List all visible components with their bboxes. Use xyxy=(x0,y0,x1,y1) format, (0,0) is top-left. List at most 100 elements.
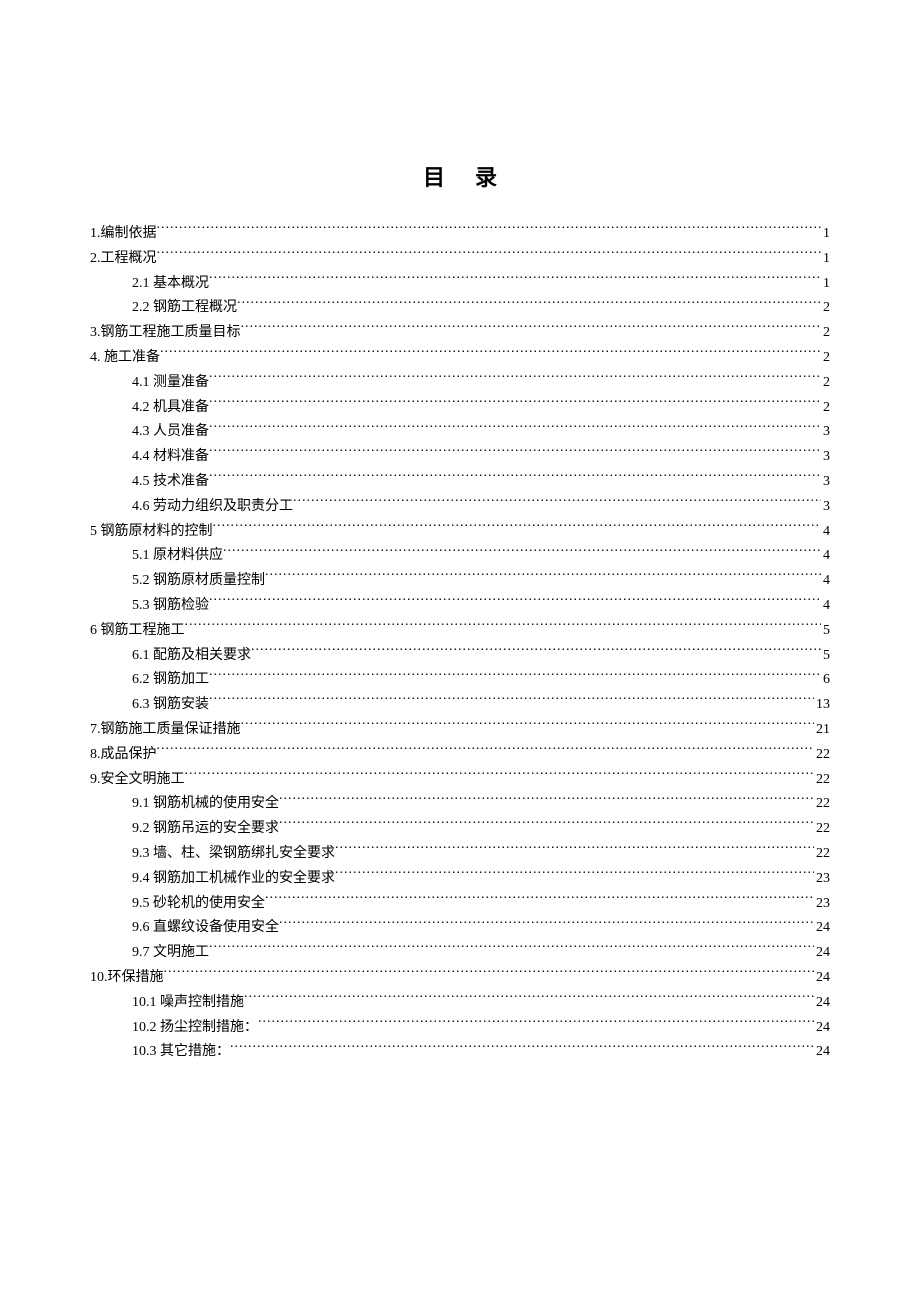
toc-entry-page: 24 xyxy=(814,966,830,990)
toc-entry: 4.4 材料准备3 xyxy=(90,445,830,469)
toc-entry-page: 4 xyxy=(821,544,830,568)
toc-entry-label: 9.2 钢筋吊运的安全要求 xyxy=(132,817,279,841)
toc-leader-dots xyxy=(258,1017,814,1031)
toc-leader-dots xyxy=(279,793,814,807)
toc-entry-label: 9.6 直螺纹设备使用安全 xyxy=(132,916,279,940)
toc-leader-dots xyxy=(230,1041,814,1055)
toc-entry-label: 6.1 配筋及相关要求 xyxy=(132,644,251,668)
toc-leader-dots xyxy=(157,223,822,237)
toc-leader-dots xyxy=(279,917,814,931)
toc-entry-label: 8.成品保护 xyxy=(90,743,157,767)
toc-leader-dots xyxy=(279,818,814,832)
toc-entry: 7.钢筋施工质量保证措施 21 xyxy=(90,718,830,742)
toc-entry-label: 4.4 材料准备 xyxy=(132,445,209,469)
toc-entry-label: 2.1 基本概况 xyxy=(132,272,209,296)
toc-entry-label: 3.钢筋工程施工质量目标 xyxy=(90,321,241,345)
toc-entry: 4.1 测量准备 2 xyxy=(90,371,830,395)
toc-entry-label: 9.5 砂轮机的使用安全 xyxy=(132,892,265,916)
toc-entry-page: 23 xyxy=(814,867,830,891)
toc-entry-page: 2 xyxy=(821,396,830,420)
toc-leader-dots xyxy=(209,446,821,460)
toc-leader-dots xyxy=(335,843,814,857)
toc-leader-dots xyxy=(335,868,814,882)
toc-entry: 9.7 文明施工24 xyxy=(90,941,830,965)
toc-entry-label: 1.编制依据 xyxy=(90,222,157,246)
toc-entry: 9.1 钢筋机械的使用安全22 xyxy=(90,792,830,816)
toc-entry-page: 24 xyxy=(814,1040,830,1064)
toc-entry: 5 钢筋原材料的控制 4 xyxy=(90,520,830,544)
toc-entry-label: 10.3 其它措施： xyxy=(132,1040,230,1064)
toc-entry: 4.6 劳动力组织及职责分工3 xyxy=(90,495,830,519)
toc-entry-label: 9.4 钢筋加工机械作业的安全要求 xyxy=(132,867,335,891)
toc-leader-dots xyxy=(241,719,815,733)
toc-entry-page: 24 xyxy=(814,916,830,940)
toc-leader-dots xyxy=(244,992,814,1006)
toc-entry-page: 24 xyxy=(814,991,830,1015)
toc-entry-page: 3 xyxy=(821,495,830,519)
toc-leader-dots xyxy=(157,744,815,758)
toc-entry-label: 4.3 人员准备 xyxy=(132,420,209,444)
toc-entry: 8.成品保护22 xyxy=(90,743,830,767)
toc-entry-label: 5 钢筋原材料的控制 xyxy=(90,520,213,544)
toc-entry: 10.3 其它措施： 24 xyxy=(90,1040,830,1064)
toc-entry: 9.2 钢筋吊运的安全要求 22 xyxy=(90,817,830,841)
toc-entry: 2.工程概况 1 xyxy=(90,247,830,271)
toc-entry: 9.6 直螺纹设备使用安全 24 xyxy=(90,916,830,940)
toc-entry: 6 钢筋工程施工5 xyxy=(90,619,830,643)
toc-entry-page: 24 xyxy=(814,1016,830,1040)
toc-entry-page: 2 xyxy=(821,371,830,395)
toc-entry: 9.4 钢筋加工机械作业的安全要求 23 xyxy=(90,867,830,891)
toc-entry-page: 22 xyxy=(814,817,830,841)
toc-entry: 9.5 砂轮机的使用安全 23 xyxy=(90,892,830,916)
toc-entry-label: 5.1 原材料供应 xyxy=(132,544,223,568)
toc-entry-page: 4 xyxy=(821,520,830,544)
toc-entry: 9.安全文明施工22 xyxy=(90,768,830,792)
toc-entry-label: 4.5 技术准备 xyxy=(132,470,209,494)
toc-leader-dots xyxy=(251,645,821,659)
toc-entry: 10.环保措施24 xyxy=(90,966,830,990)
toc-leader-dots xyxy=(265,570,821,584)
toc-entry-page: 1 xyxy=(821,247,830,271)
toc-entry-page: 24 xyxy=(814,941,830,965)
toc-entry-label: 9.安全文明施工 xyxy=(90,768,185,792)
toc-leader-dots xyxy=(209,372,821,386)
toc-entry: 10.2 扬尘控制措施：24 xyxy=(90,1016,830,1040)
toc-leader-dots xyxy=(185,769,815,783)
toc-entry-page: 22 xyxy=(814,842,830,866)
toc-entry: 6.2 钢筋加工 6 xyxy=(90,668,830,692)
toc-entry-label: 4.1 测量准备 xyxy=(132,371,209,395)
toc-entry-page: 13 xyxy=(814,693,830,717)
toc-entry-label: 2.工程概况 xyxy=(90,247,157,271)
toc-entry: 6.3 钢筋安装 13 xyxy=(90,693,830,717)
toc-entry-page: 4 xyxy=(821,569,830,593)
toc-leader-dots xyxy=(209,471,821,485)
toc-entry-page: 2 xyxy=(821,346,830,370)
toc-leader-dots xyxy=(209,694,814,708)
toc-entry: 2.1 基本概况1 xyxy=(90,272,830,296)
toc-entry-page: 5 xyxy=(821,619,830,643)
toc-entry-label: 4.2 机具准备 xyxy=(132,396,209,420)
toc-entry-page: 3 xyxy=(821,420,830,444)
toc-leader-dots xyxy=(265,893,814,907)
toc-entry-page: 2 xyxy=(821,296,830,320)
toc-entry-page: 6 xyxy=(821,668,830,692)
toc-entry-label: 4. 施工准备 xyxy=(90,346,160,370)
toc-entry-label: 7.钢筋施工质量保证措施 xyxy=(90,718,241,742)
toc-entry: 6.1 配筋及相关要求5 xyxy=(90,644,830,668)
toc-entry: 4.5 技术准备3 xyxy=(90,470,830,494)
toc-leader-dots xyxy=(209,421,821,435)
toc-entry: 5.1 原材料供应 4 xyxy=(90,544,830,568)
toc-entry-page: 21 xyxy=(814,718,830,742)
toc-entry-label: 6.3 钢筋安装 xyxy=(132,693,209,717)
toc-entry-page: 2 xyxy=(821,321,830,345)
toc-entry: 2.2 钢筋工程概况2 xyxy=(90,296,830,320)
toc-entry-page: 22 xyxy=(814,792,830,816)
toc-leader-dots xyxy=(209,669,821,683)
toc-leader-dots xyxy=(213,521,822,535)
toc-leader-dots xyxy=(293,496,821,510)
toc-entry: 3.钢筋工程施工质量目标 2 xyxy=(90,321,830,345)
toc-leader-dots xyxy=(185,620,822,634)
toc-entry: 5.2 钢筋原材质量控制4 xyxy=(90,569,830,593)
toc-entry-page: 23 xyxy=(814,892,830,916)
toc-entry-page: 1 xyxy=(821,222,830,246)
